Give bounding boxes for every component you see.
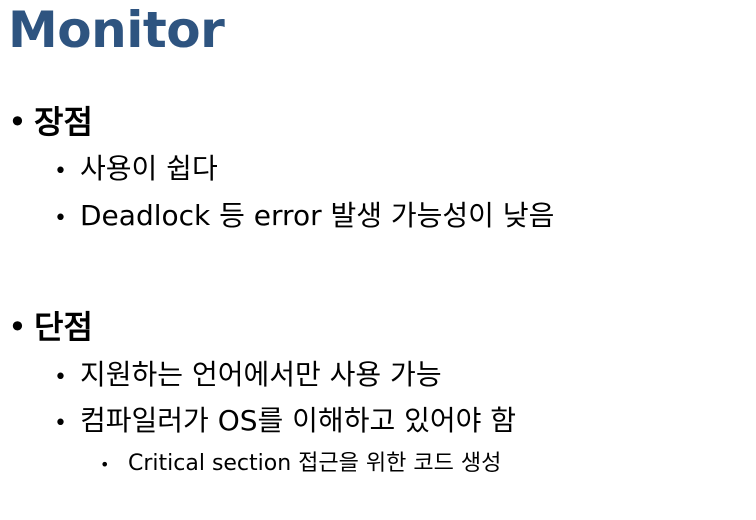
bullet-icon: • xyxy=(8,308,27,346)
section-heading-label: 단점 xyxy=(34,308,93,346)
bullet-icon: • xyxy=(100,455,110,474)
section-heading-disadvantages: • 단점 xyxy=(8,307,93,347)
sub-list-item: • Critical section 접근을 위한 코드 생성 xyxy=(100,450,501,479)
slide-title: Monitor xyxy=(8,1,225,59)
list-item: • 사용이 쉽다 xyxy=(54,151,218,190)
bullet-icon: • xyxy=(8,103,27,141)
sub-list-item-text: Critical section 접근을 위한 코드 생성 xyxy=(128,451,502,476)
list-item: • Deadlock 등 error 발생 가능성이 낮음 xyxy=(54,198,554,237)
list-item: • 컴파일러가 OS를 이해하고 있어야 함 xyxy=(54,403,516,442)
list-item-text: 사용이 쉽다 xyxy=(80,152,218,185)
list-item-text: 지원하는 언어에서만 사용 가능 xyxy=(80,358,442,391)
bullet-icon: • xyxy=(54,411,67,436)
section-heading-label: 장점 xyxy=(34,103,93,141)
bullet-icon: • xyxy=(54,365,67,390)
list-item: • 지원하는 언어에서만 사용 가능 xyxy=(54,357,442,396)
list-item-text: Deadlock 등 error 발생 가능성이 낮음 xyxy=(80,199,555,232)
list-item-text: 컴파일러가 OS를 이해하고 있어야 함 xyxy=(80,404,517,437)
section-heading-advantages: • 장점 xyxy=(8,102,93,142)
bullet-icon: • xyxy=(54,159,67,184)
bullet-icon: • xyxy=(54,206,67,231)
